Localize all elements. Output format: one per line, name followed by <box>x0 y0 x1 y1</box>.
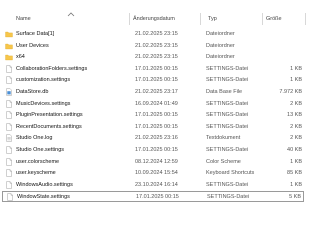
file-type: SETTINGS-Datei <box>206 147 249 153</box>
file-row[interactable]: DataStore.db 21.02.2025 23:17 Data Base Fi… <box>2 87 304 97</box>
file-icon <box>6 99 12 108</box>
file-type: Color Scheme <box>206 158 241 165</box>
column-divider[interactable] <box>129 13 130 25</box>
file-name: customization.settings <box>16 77 71 84</box>
file-icon <box>6 76 12 84</box>
file-date: 21.02.2025 23:15 <box>135 42 178 49</box>
file-size: 40 KB <box>287 147 302 153</box>
file-name: Studio One.settings <box>16 147 65 153</box>
file-size: 5 KB <box>289 194 301 201</box>
file-row[interactable]: User Devices 21.02.2025 23:15 Dateiordner <box>2 41 304 51</box>
file-size: 2 KB <box>290 135 302 142</box>
file-type: Textdokument <box>206 135 241 142</box>
file-row[interactable]: Studio One.log 21.02.2025 23:16 Textdokume… <box>2 133 304 143</box>
file-row[interactable]: user.colorscheme 08.12.2024 12:59 Color Sc… <box>2 157 304 167</box>
file-type: Data Base File <box>206 89 243 95</box>
column-divider[interactable] <box>200 13 201 25</box>
file-icon <box>7 193 13 201</box>
file-name: DataStore.db <box>16 89 49 95</box>
file-icon <box>6 181 12 189</box>
file-date: 17.01.2025 00:15 <box>135 112 178 119</box>
file-date: 17.01.2025 00:15 <box>136 194 179 201</box>
file-name: x64 <box>16 54 25 61</box>
folder-icon <box>5 43 13 49</box>
file-type: SETTINGS-Datei <box>206 112 249 119</box>
file-row[interactable]: Studio One.settings 17.01.2025 00:15 SETTI… <box>2 145 304 155</box>
column-type[interactable]: Typ <box>208 16 217 22</box>
file-name: PluginPresentation.settings <box>16 112 83 119</box>
file-type: SETTINGS-Datei <box>206 77 249 84</box>
file-name: user.keyscheme <box>16 170 56 177</box>
file-date: 16.09.2024 01:49 <box>135 100 178 107</box>
file-type: SETTINGS-Datei <box>206 181 249 188</box>
file-name: CollaborationFolders.settings <box>16 65 88 72</box>
file-row[interactable]: PluginPresentation.settings 17.01.2025 00… <box>2 110 304 120</box>
file-name: User Devices <box>16 42 49 49</box>
file-size: 2 KB <box>290 123 302 130</box>
file-date: 17.01.2025 00:15 <box>135 123 178 130</box>
file-name: WindowState.settings <box>17 194 70 201</box>
file-size: 1 KB <box>290 65 302 72</box>
column-date[interactable]: Änderungsdatum <box>133 16 175 22</box>
file-name: Studio One.log <box>16 135 53 142</box>
file-icon <box>6 146 12 154</box>
file-date: 21.02.2025 23:17 <box>135 89 178 95</box>
file-icon <box>6 123 12 131</box>
file-name: Surface Data[1] <box>16 31 55 37</box>
file-type: Keyboard Shortcuts <box>206 170 255 177</box>
folder-icon <box>5 31 13 38</box>
file-type: SETTINGS-Datei <box>206 123 249 130</box>
file-type: SETTINGS-Datei <box>206 100 249 107</box>
file-row[interactable]: MusicDevices.settings 16.09.2024 01:49 SET… <box>2 99 304 109</box>
file-date: 17.01.2025 00:15 <box>135 147 178 153</box>
file-row[interactable]: customization.settings 17.01.2025 00:15 SE… <box>2 75 304 85</box>
file-date: 17.01.2025 00:15 <box>135 77 178 84</box>
file-size: 13 KB <box>287 112 302 119</box>
file-size: 1 KB <box>290 77 302 84</box>
file-row[interactable]: user.keyscheme 10.09.2024 15:54 Keyboard S… <box>2 168 304 178</box>
file-name: RecentDocuments.settings <box>16 123 82 130</box>
file-type: SETTINGS-Datei <box>207 194 250 201</box>
file-date: 21.02.2025 23:15 <box>135 54 178 61</box>
file-date: 21.02.2025 23:16 <box>135 135 178 142</box>
sort-up-icon[interactable] <box>67 12 75 17</box>
file-type: Dateiordner <box>206 54 235 61</box>
file-size: 2 KB <box>290 100 302 107</box>
file-row[interactable]: RecentDocuments.settings 17.01.2025 00:15… <box>2 122 304 132</box>
file-type: Dateiordner <box>206 42 235 49</box>
file-date: 17.01.2025 00:15 <box>135 65 178 72</box>
file-size: 1 KB <box>290 181 302 188</box>
file-type: SETTINGS-Datei <box>206 65 249 72</box>
file-type: Dateiordner <box>206 31 235 37</box>
file-name: WindowsAudio.settings <box>16 181 73 188</box>
file-row[interactable]: x64 21.02.2025 23:15 Dateiordner <box>2 52 304 62</box>
file-icon <box>6 65 12 73</box>
text-file-icon <box>6 134 12 142</box>
folder-icon <box>5 55 13 61</box>
file-row[interactable]: WindowsAudio.settings 23.10.2024 16:14 SET… <box>2 180 304 190</box>
file-row[interactable]: CollaborationFolders.settings 17.01.2025 … <box>2 64 304 74</box>
file-icon <box>6 111 12 119</box>
db-file-icon <box>6 88 12 96</box>
file-date: 23.10.2024 16:14 <box>135 181 178 188</box>
file-row[interactable]: WindowState.settings 17.01.2025 00:15 SETT… <box>2 191 304 203</box>
file-name: MusicDevices.settings <box>16 100 71 107</box>
column-header: Name Änderungsdatum Typ Größe <box>0 12 324 26</box>
file-date: 21.02.2025 23:15 <box>135 31 178 37</box>
file-date: 10.09.2024 15:54 <box>135 170 178 177</box>
file-size: 7.972 KB <box>279 89 302 95</box>
file-size: 85 KB <box>287 170 302 177</box>
file-size: 1 KB <box>290 158 302 165</box>
column-divider[interactable] <box>305 13 306 25</box>
file-name: user.colorscheme <box>16 158 60 165</box>
column-name[interactable]: Name <box>16 16 31 22</box>
file-date: 08.12.2024 12:59 <box>135 158 178 165</box>
column-divider[interactable] <box>262 13 263 25</box>
file-row[interactable]: Surface Data[1] 21.02.2025 23:15 Dateiordn… <box>2 29 304 39</box>
file-icon <box>6 169 12 177</box>
file-icon <box>6 157 12 166</box>
column-size[interactable]: Größe <box>266 16 282 22</box>
